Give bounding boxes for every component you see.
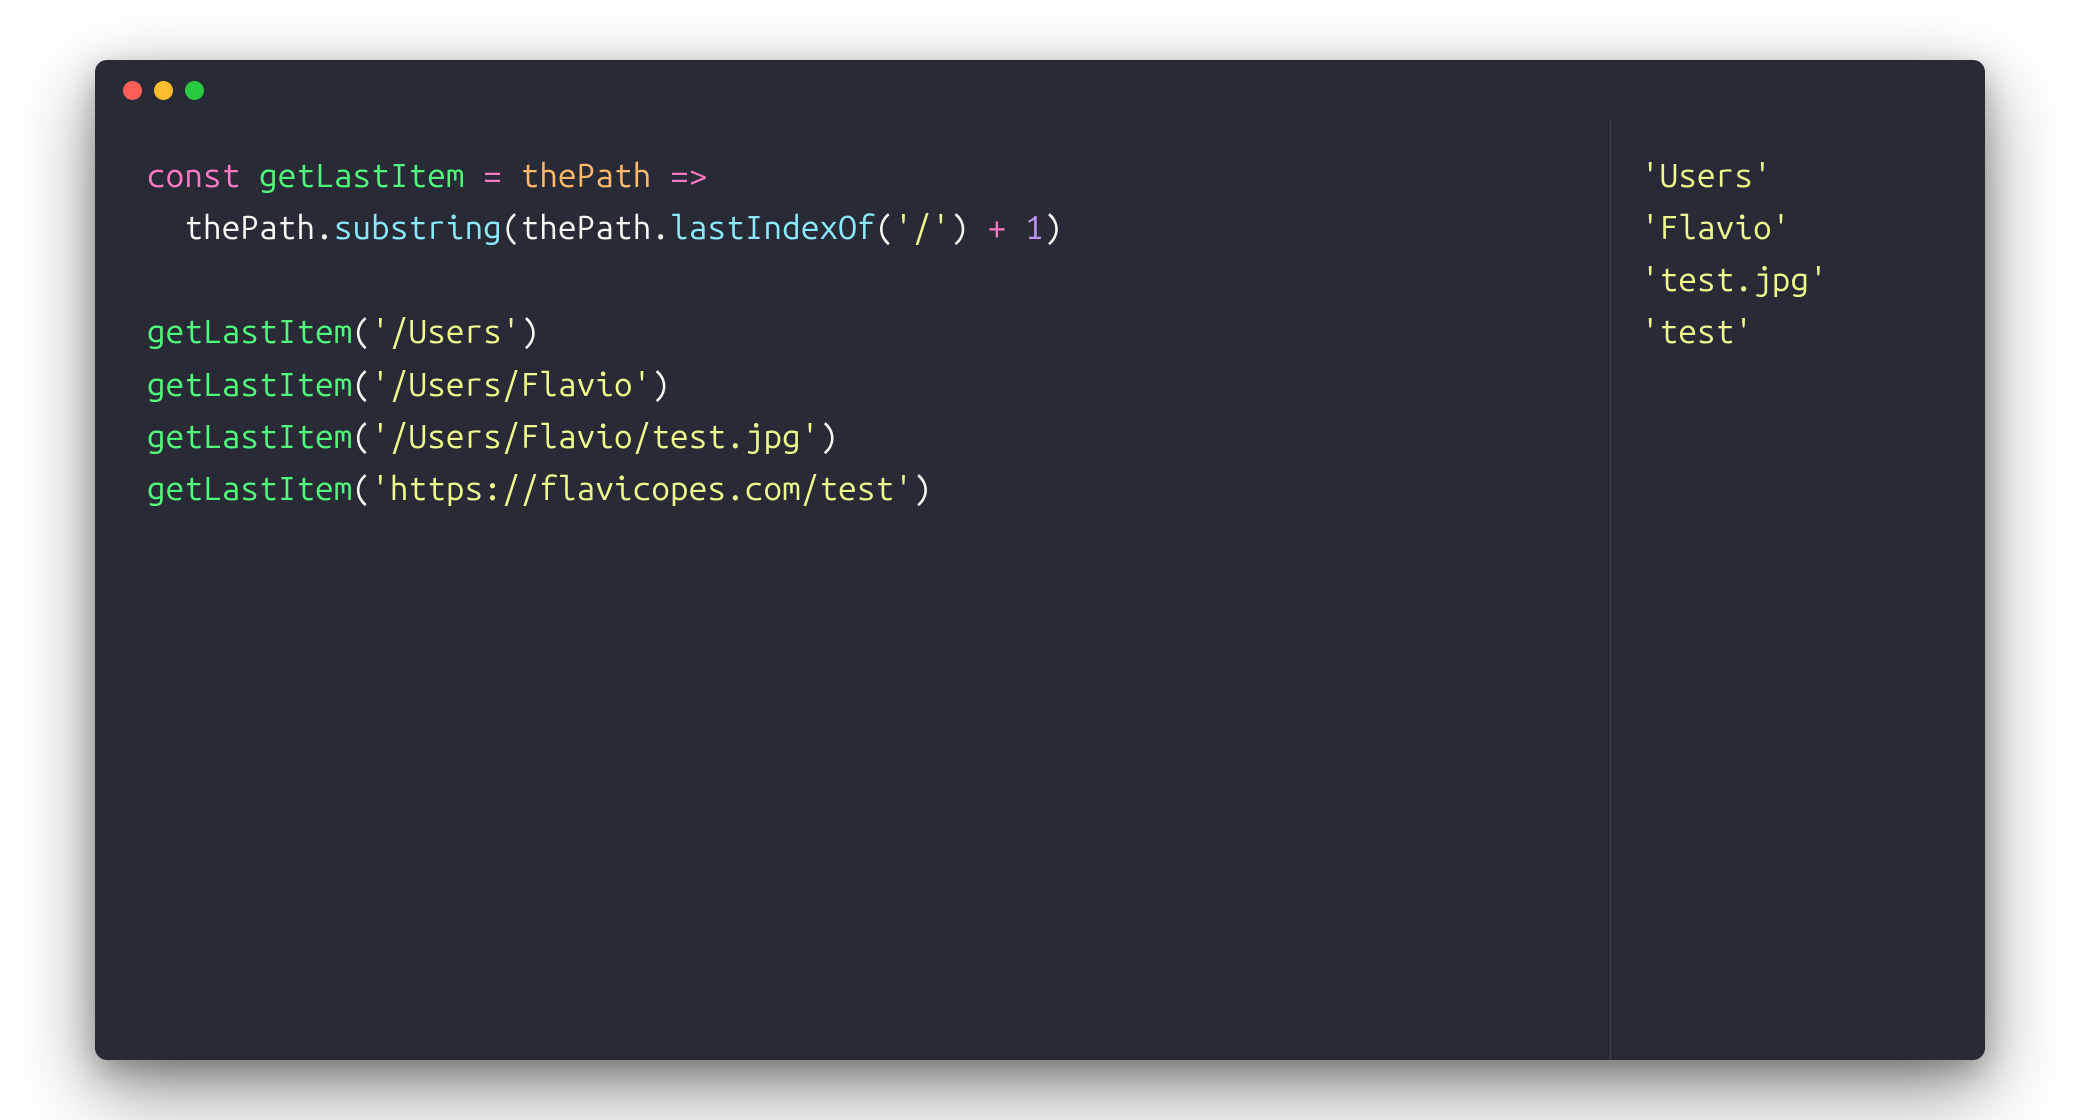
output-pane: 'Users''Flavio''test.jpg''test'	[1610, 120, 1985, 1060]
code-token: getLastItem	[147, 470, 352, 507]
window-content: const getLastItem = thePath => thePath.s…	[95, 120, 1985, 1060]
code-token: (	[502, 209, 521, 246]
code-token: (	[352, 470, 371, 507]
code-line: getLastItem('/Users')	[147, 306, 1580, 358]
code-line: getLastItem('/Users/Flavio/test.jpg')	[147, 411, 1580, 463]
minimize-icon[interactable]	[154, 81, 173, 100]
code-token: getLastItem	[147, 366, 352, 403]
code-token: )	[913, 470, 932, 507]
output-line: 'Flavio'	[1641, 202, 1955, 254]
code-token: 1	[1025, 209, 1044, 246]
code-token: (	[352, 418, 371, 455]
code-line: thePath.substring(thePath.lastIndexOf('/…	[147, 202, 1580, 254]
code-window: const getLastItem = thePath => thePath.s…	[95, 60, 1985, 1060]
code-token: )	[820, 418, 839, 455]
code-line	[147, 254, 1580, 306]
code-line: getLastItem('/Users/Flavio')	[147, 359, 1580, 411]
code-token: '/'	[894, 209, 950, 246]
code-token: (	[876, 209, 895, 246]
code-token: )	[521, 313, 540, 350]
zoom-icon[interactable]	[185, 81, 204, 100]
code-token: getLastItem	[259, 157, 483, 194]
window-titlebar	[95, 60, 1985, 120]
code-token: thePath	[521, 157, 670, 194]
code-token: getLastItem	[147, 418, 352, 455]
code-token: (	[352, 366, 371, 403]
code-token: )	[950, 209, 987, 246]
output-line: 'test.jpg'	[1641, 254, 1955, 306]
code-token: =	[483, 157, 520, 194]
code-token: )	[651, 366, 670, 403]
code-token: +	[988, 209, 1025, 246]
code-line: getLastItem('https://flavicopes.com/test…	[147, 463, 1580, 515]
output-line: 'Users'	[1641, 150, 1955, 202]
code-token: (	[352, 313, 371, 350]
code-token: const	[147, 157, 259, 194]
close-icon[interactable]	[123, 81, 142, 100]
code-token: thePath	[521, 209, 652, 246]
code-token: getLastItem	[147, 313, 352, 350]
code-token: '/Users'	[371, 313, 520, 350]
code-token: lastIndexOf	[670, 209, 875, 246]
code-token: =>	[670, 157, 707, 194]
code-token: '/Users/Flavio'	[371, 366, 651, 403]
code-token: .	[315, 209, 334, 246]
code-token: '/Users/Flavio/test.jpg'	[371, 418, 819, 455]
code-pane[interactable]: const getLastItem = thePath => thePath.s…	[95, 120, 1610, 1060]
code-token: 'https://flavicopes.com/test'	[371, 470, 913, 507]
output-line: 'test'	[1641, 306, 1955, 358]
code-token: thePath	[147, 209, 315, 246]
code-token: substring	[334, 209, 502, 246]
code-token: )	[1044, 209, 1063, 246]
code-token: .	[651, 209, 670, 246]
code-line: const getLastItem = thePath =>	[147, 150, 1580, 202]
